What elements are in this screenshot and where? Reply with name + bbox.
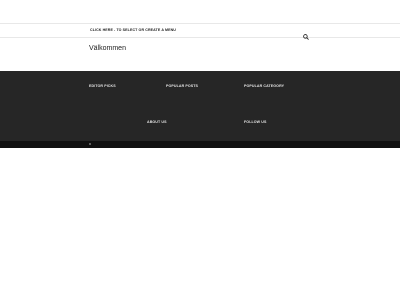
footer-heading-about-us: ABOUT US: [147, 120, 167, 124]
top-bar: [0, 0, 400, 18]
footer-heading-popular-posts: POPULAR POSTS: [166, 84, 199, 88]
main-navigation: CLICK HERE - TO SELECT OR CREATE A MENU: [0, 23, 400, 40]
footer-heading-popular-category: POPULAR CATEGORY: [244, 84, 285, 88]
search-icon[interactable]: [303, 27, 309, 40]
footer-bottom-mark: [89, 143, 91, 145]
page-title: Välkommen: [89, 45, 126, 52]
footer-bottom-bar: [0, 141, 400, 148]
footer: EDITOR PICKS POPULAR POSTS POPULAR CATEG…: [0, 71, 400, 141]
menu-link[interactable]: CLICK HERE - TO SELECT OR CREATE A MENU: [90, 28, 176, 32]
footer-heading-follow-us: FOLLOW US: [244, 120, 267, 124]
footer-heading-editor-picks: EDITOR PICKS: [89, 84, 116, 88]
